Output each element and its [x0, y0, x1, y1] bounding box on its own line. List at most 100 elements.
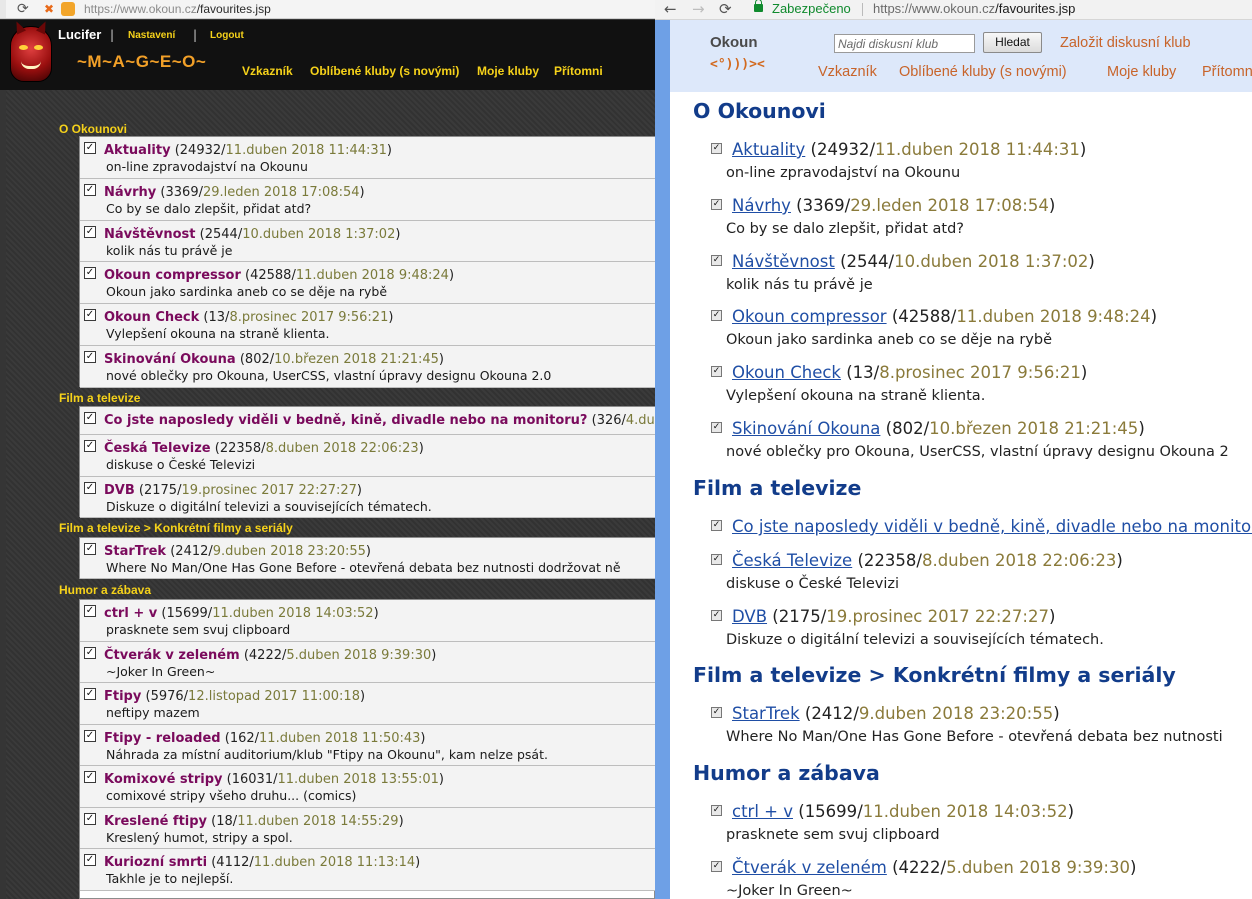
nav-present[interactable]: Přítomni	[554, 64, 603, 78]
site-header: Lucifer | Nastavení | Logout ~M~A~G~E~O~…	[0, 19, 655, 90]
checkbox[interactable]: ✓	[711, 707, 722, 718]
checkbox[interactable]: ✓	[711, 255, 722, 266]
club-item: ✓ DVB (2175/19.prosinec 2017 22:27:27) D…	[80, 477, 655, 518]
checkbox[interactable]: ✓	[84, 440, 96, 452]
checkbox[interactable]: ✓	[711, 520, 722, 531]
club-link[interactable]: Komixové stripy	[104, 772, 223, 787]
club-link[interactable]: ctrl + v	[104, 606, 157, 621]
club-link[interactable]: StarTrek	[104, 544, 166, 559]
address-bar[interactable]: https://www.okoun.cz/favourites.jsp	[873, 1, 1075, 16]
checkbox[interactable]: ✓	[84, 730, 96, 742]
club-link[interactable]: Návštěvnost	[732, 252, 835, 271]
username[interactable]: Lucifer	[58, 27, 101, 42]
club-link[interactable]: Skinování Okouna	[732, 419, 880, 438]
checkbox[interactable]: ✓	[711, 143, 722, 154]
checkbox[interactable]: ✓	[84, 309, 96, 321]
club-item: ✓ Návrhy (3369/29.leden 2018 17:08:54) C…	[80, 179, 655, 221]
section-heading: Humor a zábava	[59, 583, 152, 597]
left-accent-bar	[655, 20, 670, 899]
search-button[interactable]: Hledat	[983, 32, 1042, 53]
checkbox[interactable]: ✓	[84, 813, 96, 825]
checkbox[interactable]: ✓	[84, 142, 96, 154]
secure-lock-icon[interactable]	[754, 0, 763, 12]
nav-present[interactable]: Přítomni	[1202, 64, 1252, 80]
club-link[interactable]: ctrl + v	[732, 802, 793, 821]
create-club-link[interactable]: Založit diskusní klub	[1060, 35, 1191, 51]
club-link[interactable]: Česká Televize	[104, 441, 211, 456]
nav-messages[interactable]: Vzkazník	[818, 64, 877, 80]
checkbox[interactable]: ✓	[84, 854, 96, 866]
club-item: ✓ Co jste naposledy viděli v bedně, kině…	[80, 407, 655, 435]
checkbox[interactable]: ✓	[84, 605, 96, 617]
club-link[interactable]: Návštěvnost	[104, 227, 196, 242]
reload-icon[interactable]: ⟳	[719, 0, 732, 18]
checkbox[interactable]: ✓	[84, 184, 96, 196]
checkbox[interactable]: ✓	[711, 199, 722, 210]
insecure-lock-icon[interactable]	[61, 2, 75, 16]
club-link[interactable]: Okoun Check	[732, 363, 841, 382]
checkbox[interactable]: ✓	[84, 267, 96, 279]
club-item: ✓ Okoun Check (13/8.prosinec 2017 9:56:2…	[80, 304, 655, 346]
checkbox[interactable]: ✓	[84, 771, 96, 783]
nav-messages[interactable]: Vzkazník	[242, 64, 293, 78]
separator: |	[193, 28, 198, 42]
checkbox[interactable]: ✓	[711, 610, 722, 621]
club-link[interactable]: Ftipy	[104, 689, 141, 704]
checkbox[interactable]: ✓	[711, 310, 722, 321]
nav-my-clubs[interactable]: Moje kluby	[1107, 64, 1176, 80]
checkbox[interactable]: ✓	[711, 366, 722, 377]
checkbox[interactable]: ✓	[711, 554, 722, 565]
club-link[interactable]: Kreslené ftipy	[104, 814, 207, 829]
fish-logo: <°)))><	[710, 57, 765, 72]
club-link[interactable]: Ftipy - reloaded	[104, 731, 221, 746]
separator: |	[110, 28, 115, 42]
club-description: Diskuze o digitální televizi a souvisejí…	[106, 499, 432, 514]
club-link[interactable]: Návrhy	[732, 196, 791, 215]
extension-icon[interactable]: ✖	[44, 2, 58, 16]
left-tab-edge	[0, 0, 6, 18]
club-description: diskuse o České Televizi	[726, 576, 900, 592]
club-link[interactable]: Čtverák v zeleném	[732, 858, 887, 877]
checkbox[interactable]: ✓	[84, 412, 96, 424]
checkbox[interactable]: ✓	[711, 422, 722, 433]
checkbox[interactable]: ✓	[84, 482, 96, 494]
checkbox[interactable]: ✓	[84, 226, 96, 238]
club-link[interactable]: DVB	[732, 607, 767, 626]
club-link[interactable]: Návrhy	[104, 185, 156, 200]
breadcrumb-child[interactable]: Konkrétní filmy a seriály	[154, 521, 293, 535]
club-link[interactable]: Okoun Check	[104, 310, 199, 325]
club-link[interactable]: Čtverák v zeleném	[104, 648, 240, 663]
club-link[interactable]: Česká Televize	[732, 551, 852, 570]
club-link[interactable]: Co jste naposledy viděli v bedně, kině, …	[732, 517, 1252, 536]
checkbox[interactable]: ✓	[84, 688, 96, 700]
checkbox[interactable]: ✓	[84, 647, 96, 659]
club-link[interactable]: Aktuality	[104, 143, 171, 158]
club-link[interactable]: DVB	[104, 483, 135, 498]
checkbox[interactable]: ✓	[711, 805, 722, 816]
nav-favourite-clubs[interactable]: Oblíbené kluby (s novými)	[310, 64, 459, 78]
club-link[interactable]: Okoun compressor	[732, 307, 887, 326]
secure-label[interactable]: Zabezpečeno	[772, 1, 851, 16]
club-link[interactable]: Aktuality	[732, 140, 805, 159]
site-brand[interactable]: Okoun	[710, 34, 758, 51]
settings-link[interactable]: Nastavení	[128, 30, 175, 41]
breadcrumb-parent[interactable]: Film a televize	[59, 521, 140, 535]
checkbox[interactable]: ✓	[84, 351, 96, 363]
address-bar[interactable]: https://www.okoun.cz/favourites.jsp	[84, 1, 271, 17]
checkbox[interactable]: ✓	[711, 861, 722, 872]
checkbox[interactable]: ✓	[84, 543, 96, 555]
back-arrow-icon[interactable]: ←	[664, 0, 677, 18]
club-link[interactable]: Kuriozní smrti	[104, 855, 207, 870]
reload-icon[interactable]: ⟳	[17, 0, 29, 18]
club-link[interactable]: Okoun compressor	[104, 268, 241, 283]
forward-arrow-icon[interactable]: →	[692, 0, 705, 18]
search-input[interactable]	[834, 34, 975, 53]
club-link[interactable]: Skinování Okouna	[104, 352, 236, 367]
club-description: Where No Man/One Has Gone Before - otevř…	[106, 560, 621, 575]
club-item: ✓ Ftipy - reloaded (162/11.duben 2018 11…	[80, 725, 655, 766]
logout-link[interactable]: Logout	[210, 30, 244, 41]
nav-my-clubs[interactable]: Moje kluby	[477, 64, 539, 78]
club-link[interactable]: Co jste naposledy viděli v bedně, kině, …	[104, 413, 587, 428]
nav-favourite-clubs[interactable]: Oblíbené kluby (s novými)	[899, 64, 1067, 80]
club-link[interactable]: StarTrek	[732, 704, 800, 723]
